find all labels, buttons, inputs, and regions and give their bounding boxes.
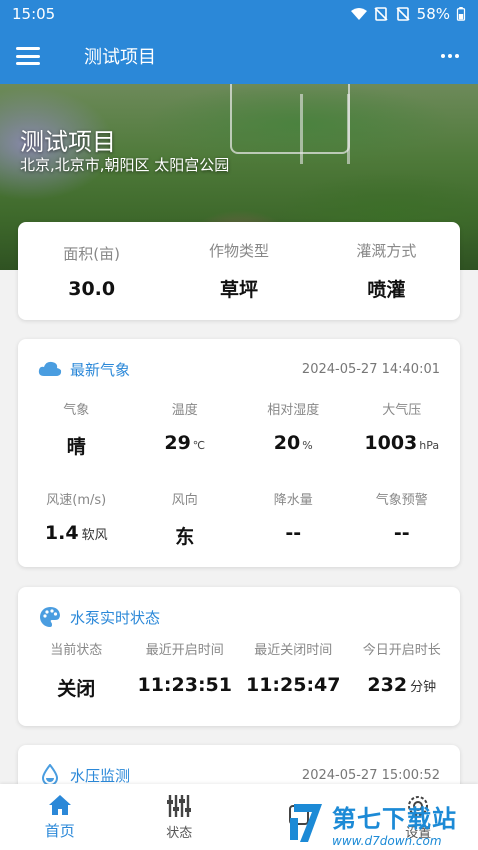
pump-last-off-label: 最近关闭时间	[254, 643, 333, 658]
app-bar: 测试项目	[0, 28, 478, 84]
summary-irrigation: 灌溉方式 喷灌	[313, 240, 460, 302]
cloud-icon	[38, 357, 62, 381]
d7down-logo-icon	[290, 804, 322, 842]
weather-temperature-label: 温度	[171, 403, 198, 418]
weather-precipitation-label: 降水量	[273, 493, 313, 508]
weather-card-time: 2024-05-27 14:40:01	[301, 361, 440, 377]
pump-last-off-value: 11:25:47	[245, 674, 341, 696]
summary-crop-label: 作物类型	[208, 242, 269, 260]
weather-pressure-value: 1003	[364, 432, 418, 454]
pump-status-row: 当前状态 关闭 最近开启时间 11:23:51 最近关闭时间 11:25:47 …	[18, 639, 460, 701]
weather-temperature-unit: ℃	[192, 439, 206, 452]
home-icon	[48, 794, 71, 815]
battery-icon	[456, 7, 466, 21]
more-options-icon[interactable]	[438, 54, 462, 58]
weather-pressure-unit: hPa	[419, 439, 440, 452]
status-time: 15:05	[12, 5, 56, 23]
weather-warning: 气象预警 --	[348, 489, 457, 549]
tab-status-label: 状态	[166, 825, 193, 841]
project-title: 测试项目	[20, 128, 116, 156]
app-bar-title: 测试项目	[84, 47, 156, 68]
summary-irrigation-label: 灌溉方式	[356, 242, 417, 260]
equalizer-icon	[167, 794, 192, 817]
pump-status-card[interactable]: 水泵实时状态 当前状态 关闭 最近开启时间 11:23:51 最近关闭时间 11…	[18, 587, 460, 726]
weather-row-1: 气象 晴 温度 29 ℃ 相对湿度 20% 大气压 1003 hPa	[18, 399, 460, 459]
weather-pressure: 大气压 1003 hPa	[348, 399, 457, 459]
weather-humidity-value: 20	[273, 432, 301, 454]
watermark-url: www.d7down.com	[332, 833, 442, 848]
hero-decoration-2	[300, 94, 350, 164]
wifi-icon	[350, 8, 367, 20]
weather-wind-direction-value: 东	[175, 526, 195, 548]
project-address: 北京,北京市,朝阳区 太阳宫公园	[20, 156, 230, 174]
weather-wind-speed-value: 1.4	[44, 522, 79, 544]
weather-card-header: 最新气象 2024-05-27 14:40:01	[18, 339, 460, 399]
summary-area-label: 面积(亩)	[63, 244, 121, 263]
weather-wind-direction: 风向 东	[131, 489, 240, 549]
menu-icon[interactable]	[16, 44, 46, 68]
weather-precipitation: 降水量 --	[239, 489, 348, 549]
no-sim-icon-2	[396, 7, 410, 21]
pump-current-state: 当前状态 关闭	[22, 639, 131, 701]
pump-last-on-label: 最近开启时间	[145, 643, 224, 658]
weather-wind-direction-label: 风向	[171, 493, 198, 508]
weather-wind-speed: 风速(m/s) 1.4 软风	[22, 489, 131, 549]
weather-temperature: 温度 29 ℃	[131, 399, 240, 459]
weather-condition: 气象 晴	[22, 399, 131, 459]
weather-wind-speed-unit: 软风	[81, 528, 108, 543]
status-bar: 15:05 58%	[0, 0, 478, 28]
summary-area-value: 30.0	[68, 277, 116, 300]
weather-humidity-label: 相对湿度	[267, 403, 320, 418]
weather-humidity: 相对湿度 20%	[239, 399, 348, 459]
summary-irrigation-value: 喷灌	[367, 279, 406, 301]
weather-pressure-label: 大气压	[382, 403, 422, 418]
weather-row-2: 风速(m/s) 1.4 软风 风向 东 降水量 -- 气象预警 --	[18, 489, 460, 549]
pump-card-title: 水泵实时状态	[70, 608, 161, 627]
weather-precipitation-value: --	[285, 522, 302, 544]
pump-today-duration: 今日开启时长 232 分钟	[348, 639, 457, 701]
weather-warning-value: --	[393, 522, 410, 544]
tab-home[interactable]: 首页	[0, 784, 120, 850]
pump-today-duration-label: 今日开启时长	[362, 643, 441, 658]
summary-crop: 作物类型 草坪	[165, 240, 312, 302]
weather-condition-label: 气象	[63, 403, 90, 418]
pump-last-off: 最近关闭时间 11:25:47	[239, 639, 348, 701]
pump-today-duration-unit: 分钟	[410, 680, 437, 695]
weather-card-title: 最新气象	[70, 360, 131, 379]
summary-area: 面积(亩) 30.0	[18, 243, 165, 300]
pump-last-on: 最近开启时间 11:23:51	[131, 639, 240, 701]
watermark: 第七下载站 www.d7down.com	[290, 796, 478, 850]
palette-icon	[38, 605, 62, 629]
project-summary-card: 面积(亩) 30.0 作物类型 草坪 灌溉方式 喷灌	[18, 222, 460, 320]
pressure-card-time: 2024-05-27 15:00:52	[301, 767, 440, 783]
pump-today-duration-value: 232	[367, 674, 408, 696]
no-sim-icon	[374, 7, 388, 21]
watermark-name: 第七下载站	[332, 804, 457, 833]
battery-percent: 58%	[416, 5, 450, 23]
pump-current-state-label: 当前状态	[50, 643, 103, 658]
pump-current-state-value: 关闭	[57, 678, 96, 700]
weather-temperature-value: 29	[164, 432, 191, 454]
pump-card-header: 水泵实时状态	[18, 587, 460, 647]
summary-crop-value: 草坪	[219, 279, 258, 301]
tab-home-label: 首页	[44, 821, 75, 840]
weather-card[interactable]: 最新气象 2024-05-27 14:40:01 气象 晴 温度 29 ℃ 相对湿…	[18, 339, 460, 567]
weather-wind-speed-label: 风速(m/s)	[46, 493, 107, 508]
weather-condition-value: 晴	[66, 436, 86, 458]
weather-humidity-unit: %	[302, 439, 313, 452]
tab-status[interactable]: 状态	[120, 784, 240, 850]
pressure-card-title: 水压监测	[70, 766, 131, 785]
weather-warning-label: 气象预警	[375, 493, 428, 508]
pump-last-on-value: 11:23:51	[137, 674, 233, 696]
